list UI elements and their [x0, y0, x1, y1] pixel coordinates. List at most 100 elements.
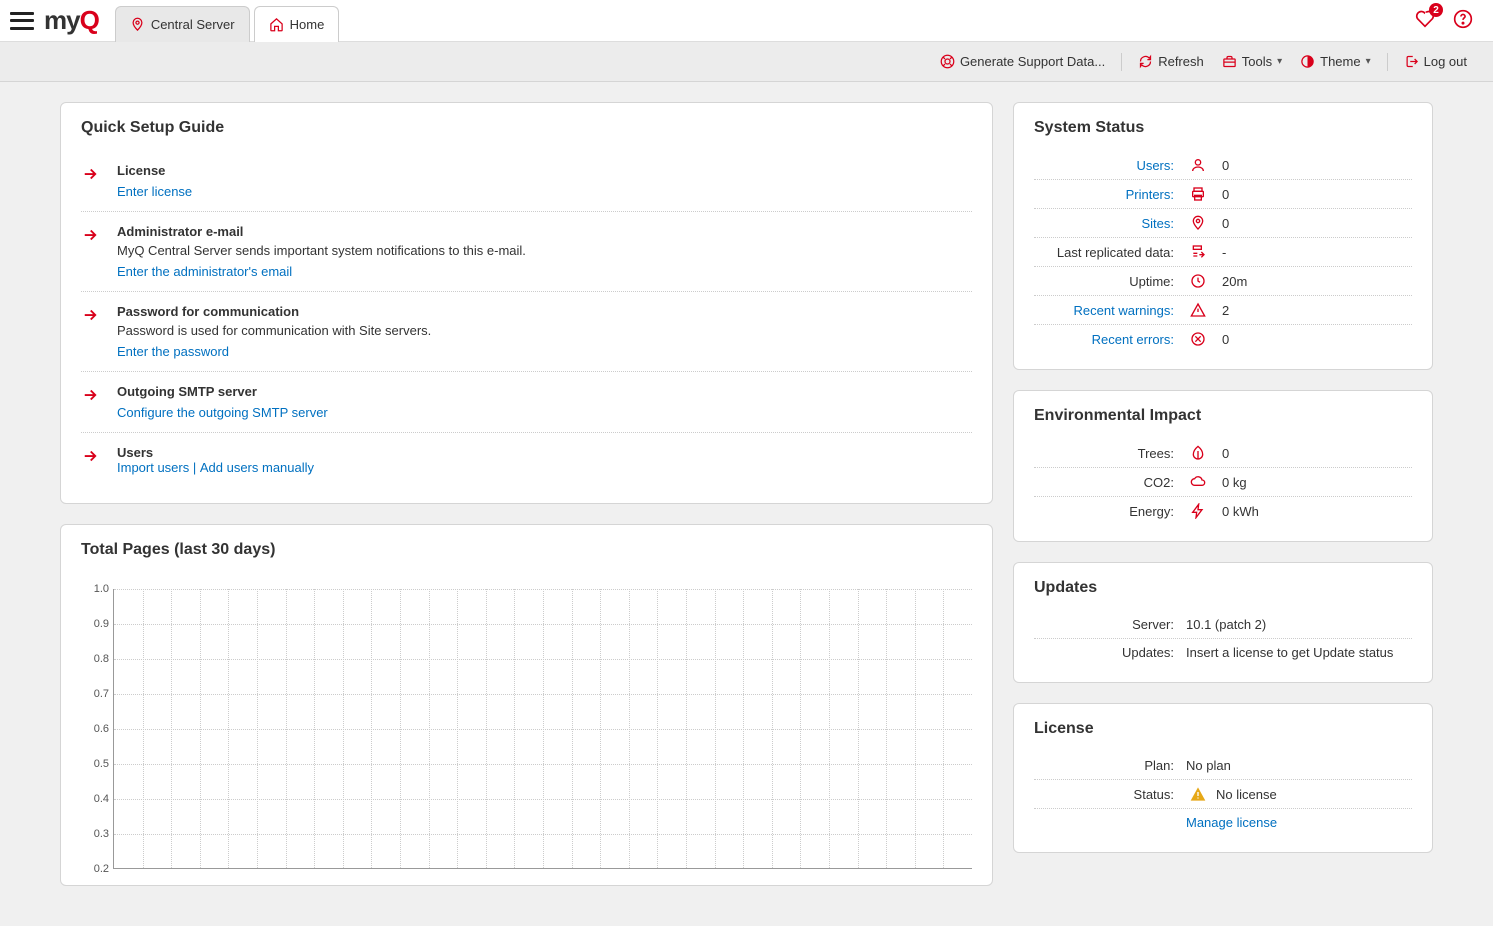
status-row-printers: Printers: 0	[1034, 180, 1412, 209]
chart-y-axis: 1.00.90.80.70.60.50.40.30.2	[81, 589, 113, 869]
chart-y-tick: 0.3	[81, 828, 113, 840]
co2-icon	[1186, 474, 1210, 490]
env-value: 0	[1222, 446, 1229, 461]
tab-label: Central Server	[151, 17, 235, 32]
chart-y-tick: 0.9	[81, 618, 113, 630]
import-users-link[interactable]: Import users	[117, 460, 189, 475]
status-value: 0	[1222, 332, 1229, 347]
license-label: Plan:	[1034, 758, 1174, 773]
page-content: Quick Setup Guide License Enter license …	[0, 82, 1493, 926]
printer-icon	[1186, 186, 1210, 202]
setup-item-license: License Enter license	[81, 151, 972, 212]
status-label[interactable]: Recent errors:	[1034, 332, 1174, 347]
chart-y-tick: 0.4	[81, 793, 113, 805]
setup-desc: MyQ Central Server sends important syste…	[117, 243, 526, 258]
card-heading: License	[1034, 720, 1412, 738]
env-row-trees: Trees: 0	[1034, 439, 1412, 468]
tabstrip: Central Server Home	[115, 0, 344, 42]
hamburger-menu-icon[interactable]	[10, 12, 34, 30]
separator	[1121, 53, 1122, 71]
env-value: 0 kg	[1222, 475, 1247, 490]
link-separator: |	[189, 460, 200, 475]
refresh-icon	[1138, 54, 1153, 69]
enter-password-link[interactable]: Enter the password	[117, 344, 229, 359]
setup-title: Users	[117, 445, 314, 460]
enter-admin-email-link[interactable]: Enter the administrator's email	[117, 264, 292, 279]
help-icon[interactable]	[1453, 9, 1473, 32]
chart-y-tick: 0.8	[81, 653, 113, 665]
environment-card: Environmental Impact Trees: 0 CO2: 0 kg …	[1013, 390, 1433, 542]
tab-label: Home	[290, 17, 325, 32]
license-value: No license	[1216, 787, 1277, 802]
status-label[interactable]: Users:	[1034, 158, 1174, 173]
status-label: Last replicated data:	[1034, 245, 1174, 260]
tab-home[interactable]: Home	[254, 6, 340, 42]
total-pages-card: Total Pages (last 30 days) 1.00.90.80.70…	[60, 524, 993, 886]
status-label[interactable]: Sites:	[1034, 216, 1174, 231]
status-row-replicated: Last replicated data: -	[1034, 238, 1412, 267]
status-row-warnings: Recent warnings: 2	[1034, 296, 1412, 325]
tools-dropdown[interactable]: Tools ▾	[1216, 50, 1288, 73]
toolbar: Generate Support Data... Refresh Tools ▾…	[0, 42, 1493, 82]
updates-row-updates: Updates: Insert a license to get Update …	[1034, 639, 1412, 666]
setup-item-password: Password for communication Password is u…	[81, 292, 972, 372]
toolbar-label: Refresh	[1158, 54, 1204, 69]
generate-support-data-button[interactable]: Generate Support Data...	[934, 50, 1111, 73]
arrow-right-icon	[81, 306, 99, 359]
license-row-plan: Plan: No plan	[1034, 752, 1412, 780]
status-value: 0	[1222, 187, 1229, 202]
system-status-card: System Status Users: 0 Printers: 0 Sites…	[1013, 102, 1433, 370]
arrow-right-icon	[81, 447, 99, 475]
status-value: 0	[1222, 158, 1229, 173]
user-icon	[1186, 157, 1210, 173]
chart-y-tick: 0.6	[81, 723, 113, 735]
warning-icon	[1186, 786, 1210, 802]
card-heading: System Status	[1034, 119, 1412, 137]
updates-value: 10.1 (patch 2)	[1186, 617, 1266, 632]
setup-title: License	[117, 163, 192, 178]
updates-row-server: Server: 10.1 (patch 2)	[1034, 611, 1412, 639]
updates-card: Updates Server: 10.1 (patch 2) Updates: …	[1013, 562, 1433, 683]
status-label[interactable]: Recent warnings:	[1034, 303, 1174, 318]
status-value: 20m	[1222, 274, 1247, 289]
tab-central-server[interactable]: Central Server	[115, 6, 250, 42]
license-row-manage: Manage license	[1034, 809, 1412, 836]
arrow-right-icon	[81, 165, 99, 199]
env-row-energy: Energy: 0 kWh	[1034, 497, 1412, 525]
theme-dropdown[interactable]: Theme ▾	[1294, 50, 1377, 73]
clock-icon	[1186, 273, 1210, 289]
configure-smtp-link[interactable]: Configure the outgoing SMTP server	[117, 405, 328, 420]
notifications-icon[interactable]: 2	[1415, 9, 1435, 32]
setup-item-smtp: Outgoing SMTP server Configure the outgo…	[81, 372, 972, 433]
refresh-button[interactable]: Refresh	[1132, 50, 1210, 73]
setup-title: Outgoing SMTP server	[117, 384, 328, 399]
env-label: CO2:	[1034, 475, 1174, 490]
arrow-right-icon	[81, 386, 99, 420]
status-row-sites: Sites: 0	[1034, 209, 1412, 238]
warning-icon	[1186, 302, 1210, 318]
status-value: 0	[1222, 216, 1229, 231]
toolbar-label: Theme	[1320, 54, 1360, 69]
status-value: -	[1222, 245, 1226, 260]
chart-y-tick: 0.5	[81, 758, 113, 770]
manage-license-link[interactable]: Manage license	[1186, 815, 1277, 830]
add-users-link[interactable]: Add users manually	[200, 460, 314, 475]
status-value: 2	[1222, 303, 1229, 318]
toolbar-label: Log out	[1424, 54, 1467, 69]
status-label[interactable]: Printers:	[1034, 187, 1174, 202]
notification-badge: 2	[1429, 3, 1443, 17]
logo: myQ	[44, 5, 99, 36]
quick-setup-card: Quick Setup Guide License Enter license …	[60, 102, 993, 504]
home-icon	[269, 17, 284, 32]
logout-button[interactable]: Log out	[1398, 50, 1473, 73]
chart-y-tick: 0.2	[81, 863, 113, 875]
chevron-down-icon: ▾	[1366, 56, 1371, 67]
topbar: myQ Central Server Home 2	[0, 0, 1493, 42]
chevron-down-icon: ▾	[1277, 56, 1282, 67]
env-label: Energy:	[1034, 504, 1174, 519]
enter-license-link[interactable]: Enter license	[117, 184, 192, 199]
toolbar-label: Generate Support Data...	[960, 54, 1105, 69]
updates-label: Server:	[1034, 617, 1174, 632]
updates-label: Updates:	[1034, 645, 1174, 660]
card-heading: Updates	[1034, 579, 1412, 597]
